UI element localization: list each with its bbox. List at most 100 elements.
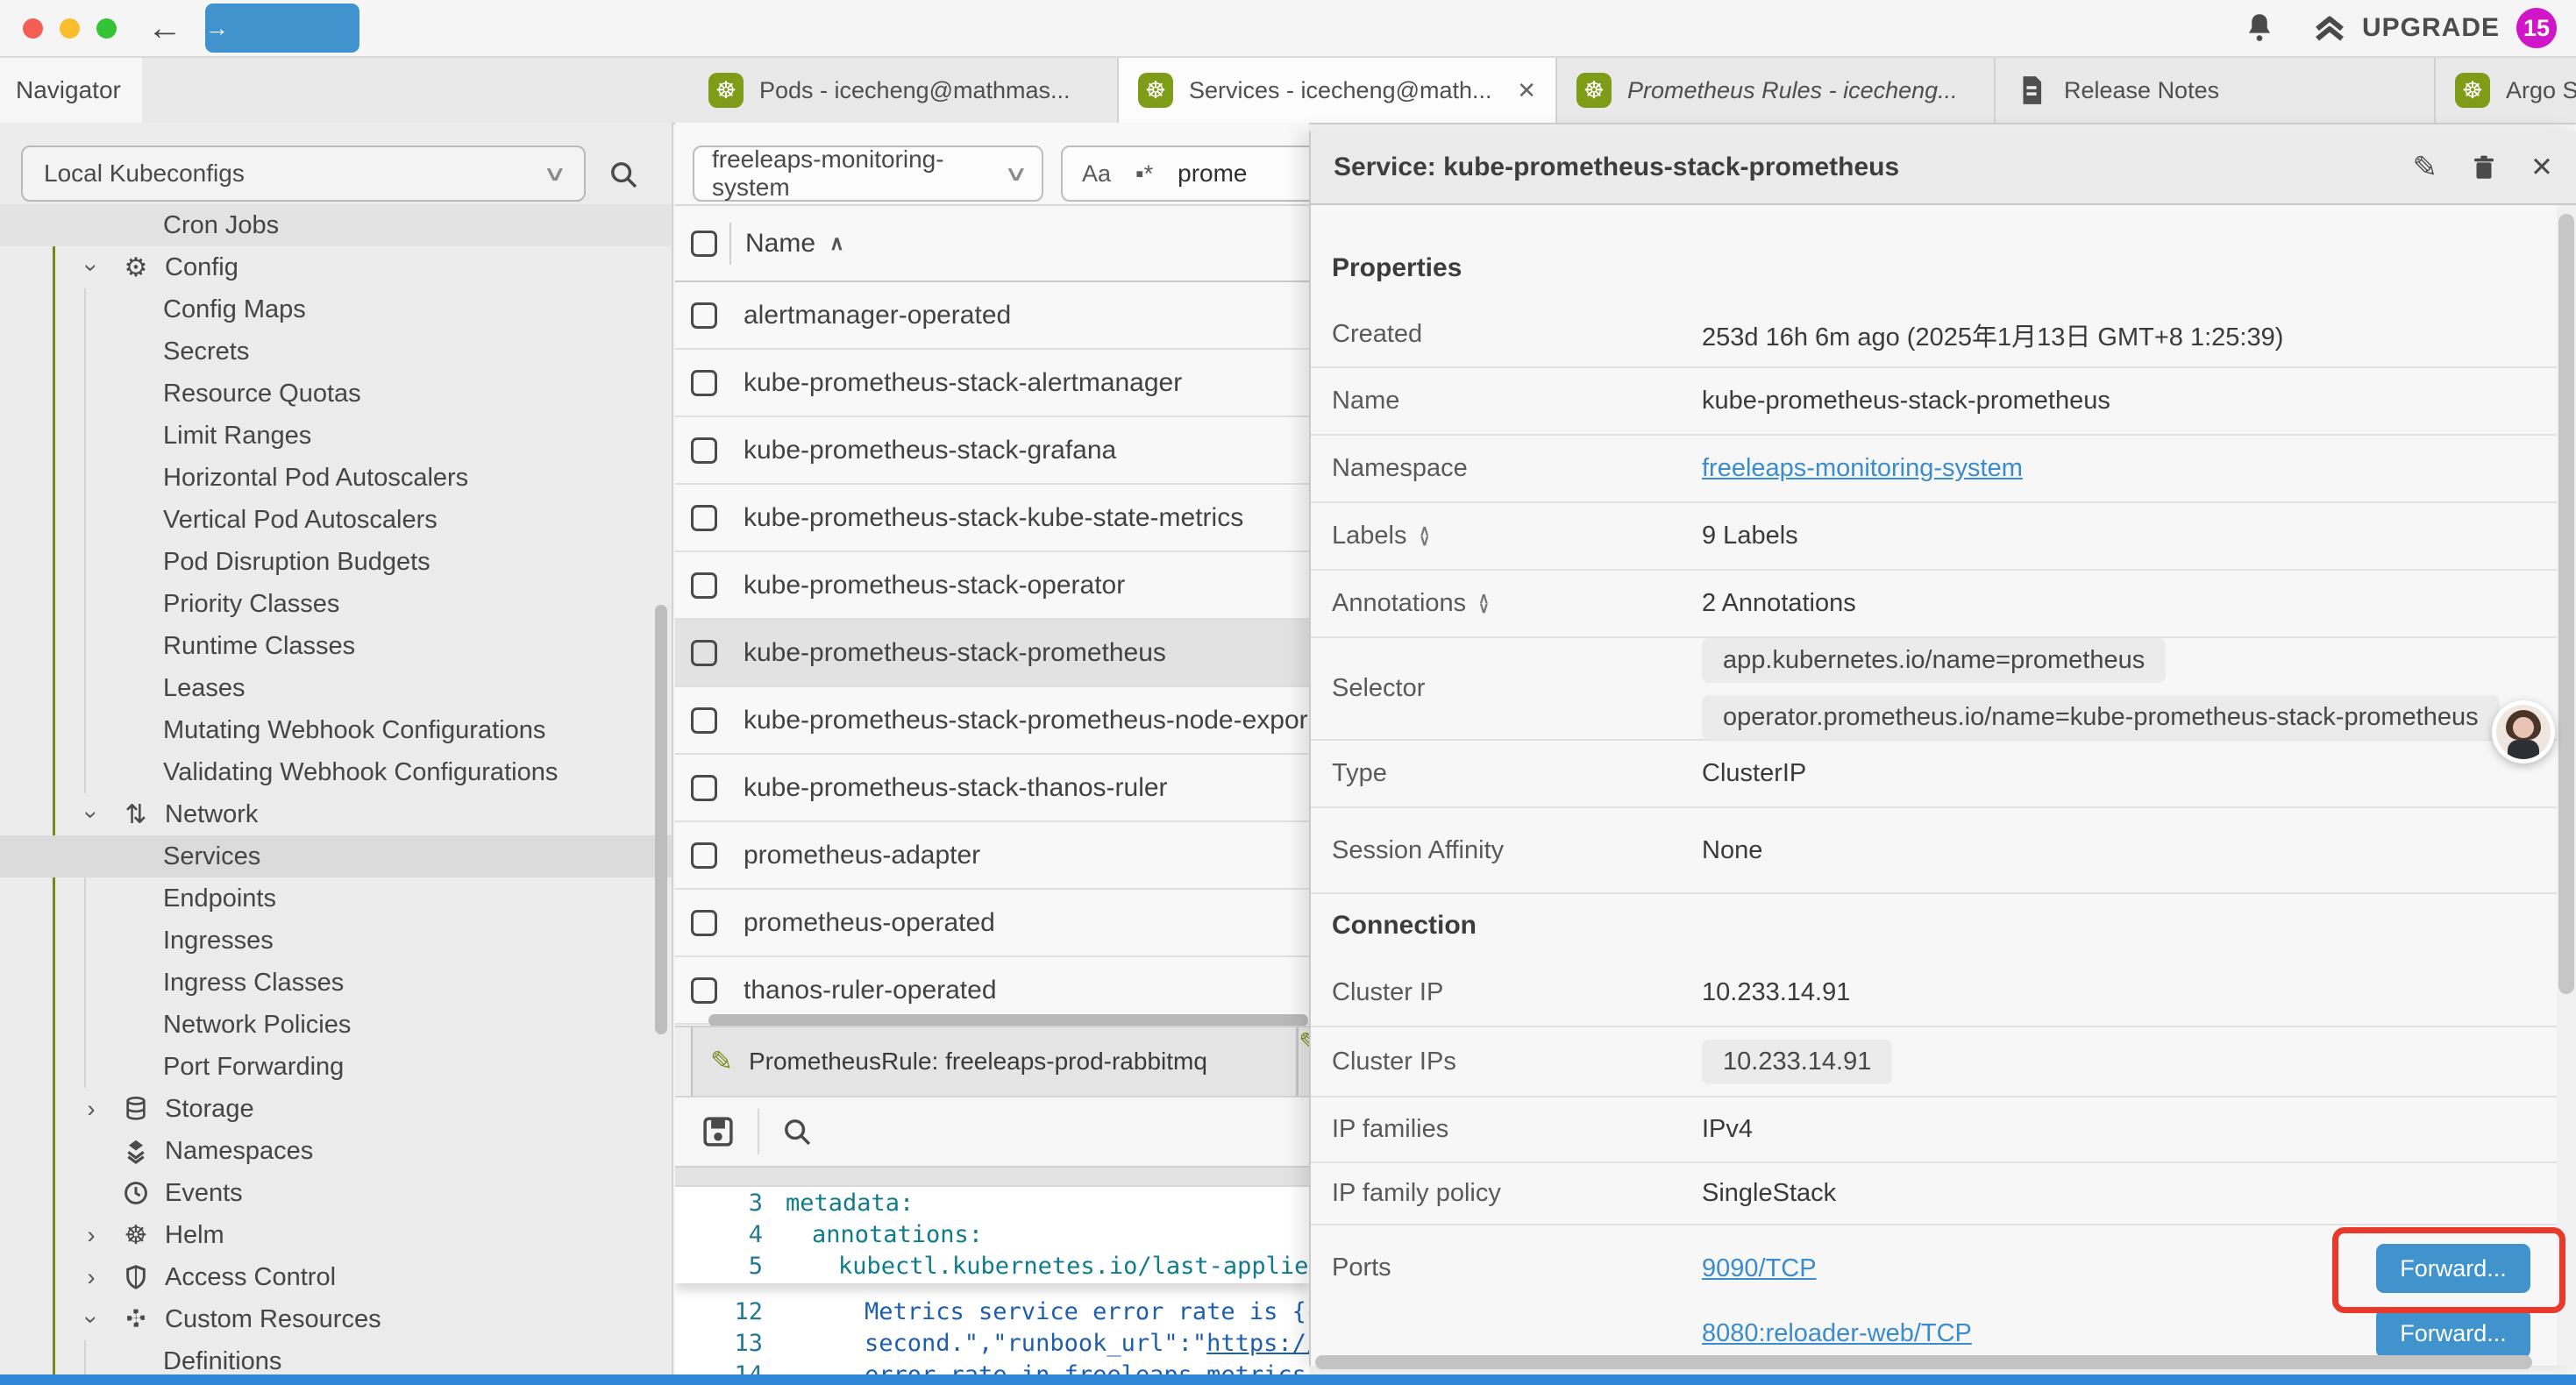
row-checkbox[interactable] — [691, 370, 717, 396]
sidebar-item-port-forwarding[interactable]: Port Forwarding — [0, 1046, 672, 1088]
sidebar-item-secrets[interactable]: Secrets — [0, 330, 672, 373]
tab-services[interactable]: ☸ Services - icecheng@math... ✕ — [1117, 58, 1555, 123]
list-search-input[interactable]: Aa ▪* prome — [1061, 146, 1309, 202]
regex-toggle[interactable]: ▪* — [1135, 160, 1153, 188]
table-row[interactable]: alertmanager-operated — [675, 282, 1309, 350]
match-case-toggle[interactable]: Aa — [1082, 160, 1111, 188]
sidebar-item-validating-webhook-configurations[interactable]: Validating Webhook Configurations — [0, 751, 672, 793]
sidebar-item-leases[interactable]: Leases — [0, 667, 672, 709]
namespace-filter-select[interactable]: freeleaps-monitoring-system ∨ — [693, 146, 1043, 202]
close-icon[interactable]: ✕ — [2530, 152, 2553, 183]
drawer-horizontal-scrollbar[interactable] — [1315, 1355, 2532, 1369]
dock-tab-prometheusrule[interactable]: ✎ PrometheusRule: freeleaps-prod-rabbitm… — [691, 1027, 1298, 1096]
chevron-down-icon[interactable]: › — [78, 252, 105, 283]
column-header-name[interactable]: Name — [745, 229, 815, 259]
yaml-editor[interactable]: 3metadata: 4annotations: 5kubectl.kubern… — [675, 1187, 1309, 1385]
back-icon[interactable]: ← — [147, 4, 182, 53]
table-row[interactable]: prometheus-operated — [675, 890, 1309, 957]
tab-prometheus-rules[interactable]: ☸ Prometheus Rules - icecheng... — [1555, 58, 1994, 123]
table-row[interactable]: kube-prometheus-stack-prometheus-node-ex… — [675, 687, 1309, 755]
sidebar-item-endpoints[interactable]: Endpoints — [0, 877, 672, 920]
table-row[interactable]: kube-prometheus-stack-operator — [675, 552, 1309, 620]
notification-count-badge[interactable]: 15 — [2516, 8, 2557, 48]
maximize-window-button[interactable] — [96, 18, 117, 39]
row-checkbox[interactable] — [691, 302, 717, 329]
sidebar-item-runtime-classes[interactable]: Runtime Classes — [0, 625, 672, 667]
notifications-bell-icon[interactable] — [2241, 10, 2278, 46]
sidebar-item-mutating-webhook-configurations[interactable]: Mutating Webhook Configurations — [0, 709, 672, 751]
tab-pods[interactable]: ☸ Pods - icecheng@mathmas... — [689, 58, 1117, 123]
port-link-9090[interactable]: 9090/TCP — [1702, 1254, 1817, 1283]
sidebar-item-events[interactable]: Events — [0, 1172, 672, 1214]
sidebar-item-network[interactable]: › ⇅ Network — [0, 793, 672, 835]
row-checkbox[interactable] — [691, 640, 717, 666]
forward-button[interactable]: Forward... — [2376, 1309, 2530, 1358]
sidebar-item-cron-jobs[interactable]: Cron Jobs — [0, 204, 672, 246]
minimize-window-button[interactable] — [60, 18, 80, 39]
table-row[interactable]: kube-prometheus-stack-thanos-ruler — [675, 755, 1309, 822]
table-horizontal-scrollbar[interactable] — [708, 1014, 1308, 1026]
delete-trash-icon[interactable] — [2469, 151, 2499, 184]
table-row[interactable]: kube-prometheus-stack-kube-state-metrics — [675, 485, 1309, 552]
row-checkbox[interactable] — [691, 910, 717, 936]
row-checkbox[interactable] — [691, 977, 717, 1004]
select-all-checkbox[interactable] — [691, 231, 717, 257]
row-checkbox[interactable] — [691, 775, 717, 801]
sidebar-item-resource-quotas[interactable]: Resource Quotas — [0, 373, 672, 415]
sidebar-item-pod-disruption-budgets[interactable]: Pod Disruption Budgets — [0, 541, 672, 583]
chevron-down-icon[interactable]: › — [78, 799, 105, 830]
sidebar-item-priority-classes[interactable]: Priority Classes — [0, 583, 672, 625]
tab-release-notes[interactable]: Release Notes — [1994, 58, 2434, 123]
edit-pencil-icon[interactable]: ✎ — [2413, 150, 2438, 185]
upgrade-chevrons-icon[interactable] — [2311, 10, 2348, 46]
sidebar-item-ingress-classes[interactable]: Ingress Classes — [0, 962, 672, 1004]
row-checkbox[interactable] — [691, 437, 717, 464]
namespace-link[interactable]: freeleaps-monitoring-system — [1702, 454, 2023, 483]
sidebar-item-access-control[interactable]: › Access Control — [0, 1256, 672, 1298]
sidebar-item-network-policies[interactable]: Network Policies — [0, 1004, 672, 1046]
sidebar-item-ingresses[interactable]: Ingresses — [0, 920, 672, 962]
sidebar-item-limit-ranges[interactable]: Limit Ranges — [0, 415, 672, 457]
chevron-right-icon[interactable]: › — [75, 1096, 107, 1123]
navigator-panel-tab[interactable]: Navigator — [0, 58, 142, 123]
runbook-url-link[interactable]: https://net — [1206, 1330, 1309, 1357]
table-row-selected[interactable]: kube-prometheus-stack-prometheus — [675, 620, 1309, 687]
row-checkbox[interactable] — [691, 842, 717, 869]
chevron-down-icon[interactable]: › — [78, 1303, 105, 1335]
table-row[interactable]: kube-prometheus-stack-alertmanager — [675, 350, 1309, 417]
sidebar-item-horizontal-pod-autoscalers[interactable]: Horizontal Pod Autoscalers — [0, 457, 672, 499]
kubeconfig-select[interactable]: Local Kubeconfigs ∨ — [21, 146, 586, 202]
chevron-right-icon[interactable]: › — [75, 1264, 107, 1291]
editor-search-icon[interactable] — [780, 1115, 814, 1148]
sidebar-scrollbar[interactable] — [655, 605, 667, 1034]
sidebar-item-storage[interactable]: › Storage — [0, 1088, 672, 1130]
sidebar-item-config[interactable]: › ⚙ Config — [0, 246, 672, 288]
sidebar-item-vertical-pod-autoscalers[interactable]: Vertical Pod Autoscalers — [0, 499, 672, 541]
sort-ascending-icon[interactable]: ∧ — [829, 231, 844, 255]
sidebar-item-config-maps[interactable]: Config Maps — [0, 288, 672, 330]
close-tab-icon[interactable]: ✕ — [1517, 77, 1536, 104]
drawer-scrollbar-thumb[interactable] — [2558, 214, 2574, 994]
row-checkbox[interactable] — [691, 505, 717, 531]
expand-toggle-icon[interactable]: ∧∨ — [1478, 594, 1489, 612]
close-window-button[interactable] — [23, 18, 43, 39]
table-row[interactable]: prometheus-adapter — [675, 822, 1309, 890]
save-icon[interactable] — [700, 1113, 737, 1150]
upgrade-label[interactable]: UPGRADE — [2362, 13, 2500, 43]
tab-argo[interactable]: ☸ Argo Se — [2434, 58, 2576, 123]
sidebar-item-namespaces[interactable]: Namespaces — [0, 1130, 672, 1172]
drawer-scrollbar-track[interactable] — [2557, 205, 2576, 1366]
expand-toggle-icon[interactable]: ∧∨ — [1419, 527, 1429, 544]
sidebar-item-services[interactable]: Services — [0, 835, 672, 877]
chevron-right-icon[interactable]: › — [75, 1222, 107, 1249]
table-row[interactable]: kube-prometheus-stack-grafana — [675, 417, 1309, 485]
port-link-8080[interactable]: 8080:reloader-web/TCP — [1702, 1319, 1972, 1348]
row-checkbox[interactable] — [691, 572, 717, 599]
sidebar-item-helm[interactable]: › ☸ Helm — [0, 1214, 672, 1256]
dock-tab-partial[interactable]: ✎ — [1297, 1027, 1309, 1096]
sidebar-search-icon[interactable] — [607, 158, 640, 191]
row-checkbox[interactable] — [691, 707, 717, 734]
user-avatar[interactable] — [2492, 700, 2555, 764]
sidebar-item-custom-resources[interactable]: › Custom Resources — [0, 1298, 672, 1340]
forward-icon[interactable]: → — [205, 4, 359, 53]
